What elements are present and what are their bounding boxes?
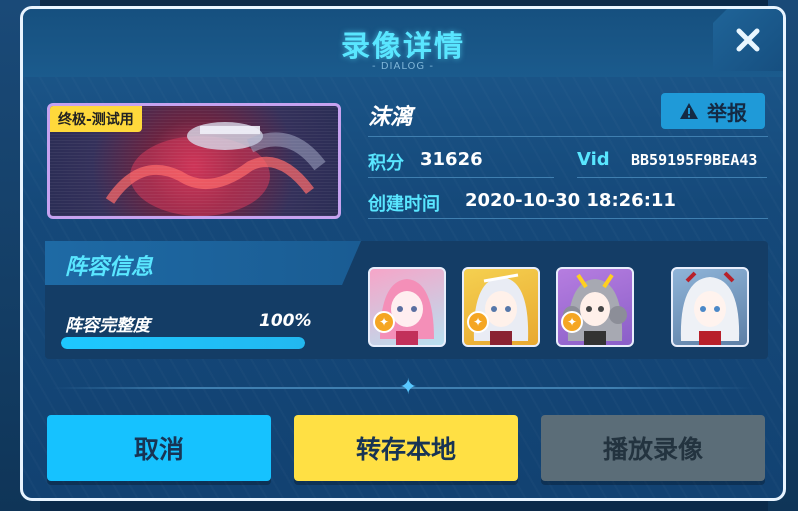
score-value: 31626 — [420, 149, 483, 170]
character-avatar-4[interactable] — [671, 267, 749, 347]
player-name: 沫漓 — [368, 105, 413, 130]
star-divider-icon: ✦ — [399, 375, 418, 400]
rank-badge-icon: ✦ — [467, 311, 489, 333]
created-time-label: 创建时间 — [368, 194, 440, 215]
lineup-completeness-fill — [61, 337, 305, 349]
divider-line — [368, 136, 768, 137]
vid-value: BB59195F9BEA43 — [631, 151, 758, 169]
dialog-title: 录像详情 — [340, 29, 465, 63]
lineup-completeness-value: 100% — [259, 311, 312, 331]
replay-detail-dialog: 录像详情 - DIALOG - 终极-测试用 沫漓 举报 积分 31626 Vi… — [20, 6, 786, 501]
character-avatar-1[interactable]: ✦ — [368, 267, 446, 347]
dialog-subtitle: - DIALOG - — [372, 61, 434, 72]
play-replay-button[interactable]: 播放录像 — [541, 415, 765, 481]
character-avatar-3[interactable]: ✦ — [556, 267, 634, 347]
cancel-button[interactable]: 取消 — [47, 415, 271, 481]
character-avatar-2[interactable]: ✦ — [462, 267, 540, 347]
replay-thumbnail: 终极-测试用 — [47, 103, 341, 219]
lineup-completeness-bar — [61, 337, 305, 349]
rank-badge-icon: ✦ — [561, 311, 583, 333]
lineup-completeness-label: 阵容完整度 — [65, 316, 150, 336]
vid-label: Vid — [577, 149, 610, 170]
warning-icon — [680, 103, 698, 119]
close-button[interactable] — [713, 9, 783, 71]
score-label: 积分 — [368, 153, 404, 174]
close-icon — [736, 28, 760, 52]
report-label: 举报 — [707, 100, 747, 125]
created-time-value: 2020-10-30 18:26:11 — [465, 190, 676, 211]
save-local-button[interactable]: 转存本地 — [294, 415, 518, 481]
lineup-title: 阵容信息 — [65, 255, 154, 280]
report-button[interactable]: 举报 — [661, 93, 765, 129]
rank-badge-icon: ✦ — [373, 311, 395, 333]
mode-tag: 终极-测试用 — [50, 106, 142, 132]
